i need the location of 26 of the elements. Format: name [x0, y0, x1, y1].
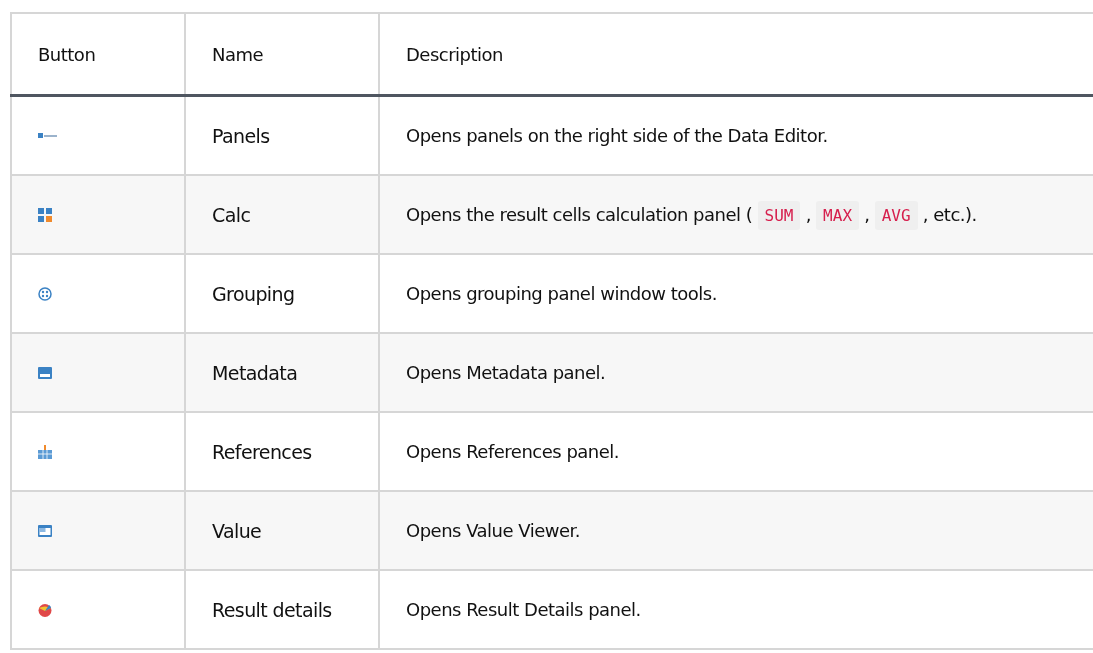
- button-name: Result details: [212, 598, 332, 621]
- description-text: Opens grouping panel window tools.: [406, 283, 717, 304]
- description-text: Opens Metadata panel.: [406, 362, 606, 383]
- button-name: References: [212, 440, 312, 463]
- description-text: Opens Result Details panel.: [406, 599, 641, 620]
- inline-code: SUM: [757, 201, 801, 230]
- description-text: Opens References panel.: [406, 441, 620, 462]
- description-text: Opens panels on the right side of the Data Editor.: [406, 125, 828, 146]
- column-header: Name: [212, 43, 264, 65]
- dots-circle-icon[interactable]: [38, 286, 52, 301]
- window-icon[interactable]: [38, 524, 52, 537]
- column-header: Description: [406, 43, 503, 65]
- inline-code: AVG: [874, 201, 918, 230]
- panels-icon[interactable]: [38, 131, 58, 140]
- button-name: Grouping: [212, 282, 295, 305]
- inline-code: MAX: [816, 201, 859, 230]
- grid-pin-icon[interactable]: [38, 444, 52, 459]
- description-text: Opens Value Viewer.: [406, 520, 581, 541]
- grid-icon[interactable]: [38, 207, 52, 222]
- button-name: Calc: [212, 203, 251, 226]
- table-icon[interactable]: [38, 366, 52, 379]
- button-name: Metadata: [212, 361, 298, 384]
- pie-chart-icon[interactable]: [38, 602, 52, 617]
- button-name: Panels: [212, 124, 270, 147]
- button-name: Value: [212, 519, 262, 542]
- column-header: Button: [38, 43, 96, 65]
